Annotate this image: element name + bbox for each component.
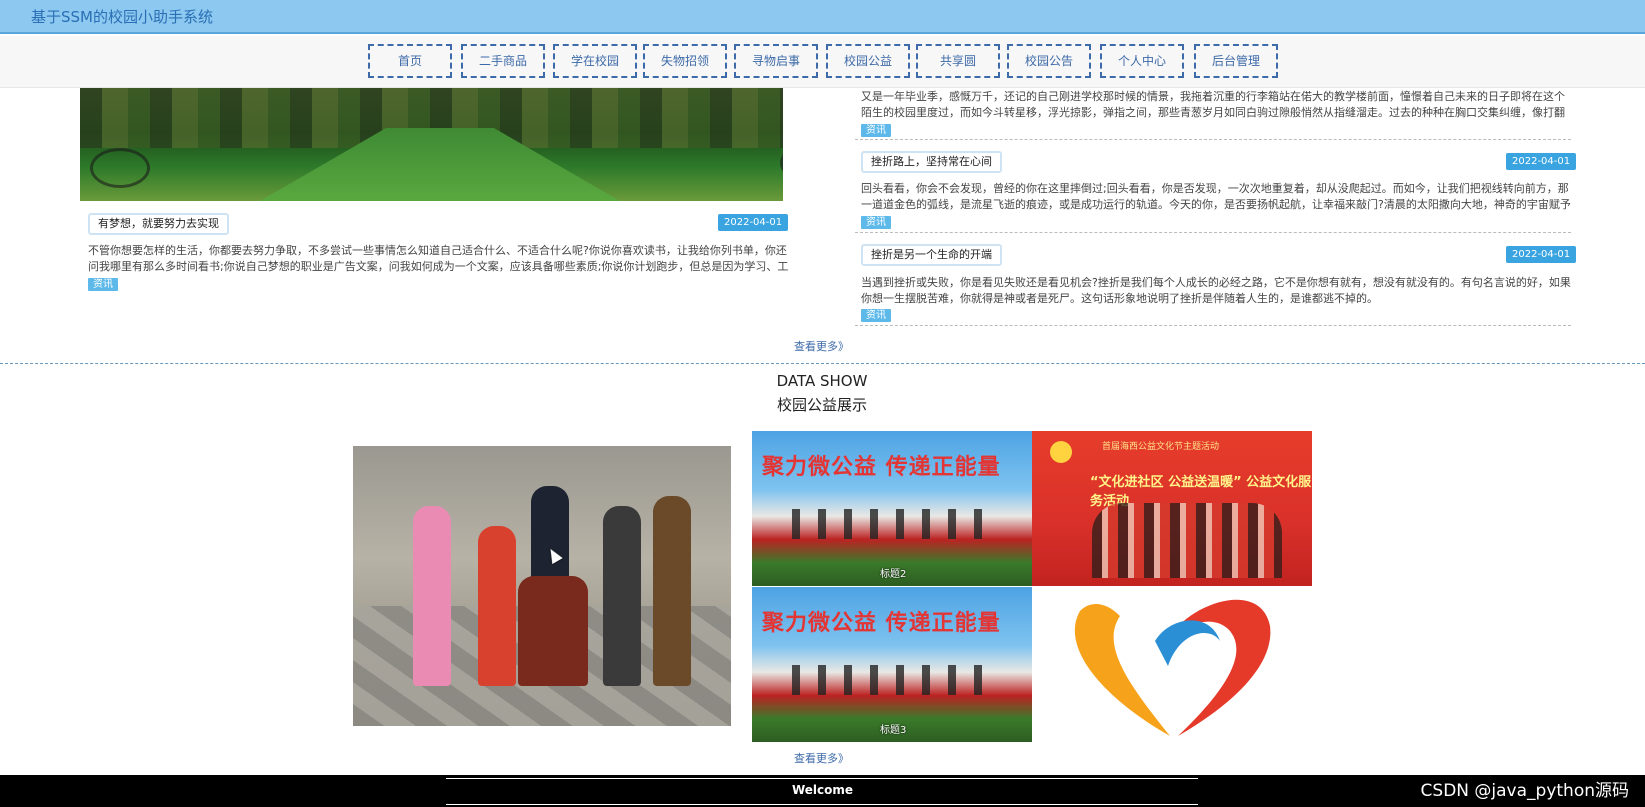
news-title[interactable]: 挫折路上，坚持常在心间 <box>861 151 1002 173</box>
nav-home[interactable]: 首页 <box>368 44 452 78</box>
more-news-link[interactable]: 查看更多》 <box>794 338 849 354</box>
news-hero-image[interactable] <box>80 88 783 201</box>
watermark: CSDN @java_python源码 <box>1420 781 1629 801</box>
news-excerpt: 又是一年毕业季，感慨万千，还记的自己刚进学校那时候的情景，我拖着沉重的行李箱站在… <box>861 90 1565 119</box>
datashow-title-cn: 校园公益展示 <box>776 396 867 414</box>
bicycle-shape <box>90 148 150 188</box>
section-divider <box>0 363 1645 364</box>
nav-bar: 首页 二手商品 学在校园 失物招领 寻物启事 校园公益 共享圆 校园公告 个人中… <box>0 36 1645 88</box>
divider <box>855 325 1571 326</box>
photo-banner-text: 聚力微公益 传递正能量 <box>762 455 1001 480</box>
nav-announcement[interactable]: 校园公告 <box>1007 44 1091 78</box>
photo-banner-text: 聚力微公益 传递正能量 <box>762 611 1001 636</box>
more-charity-link[interactable]: 查看更多》 <box>794 750 849 766</box>
news-badge: 资讯 <box>861 309 891 322</box>
news-date: 2022-04-01 <box>1506 153 1577 170</box>
bicycle-shape <box>780 143 783 183</box>
charity-photo-1[interactable] <box>353 446 731 726</box>
nav-lost-found[interactable]: 失物招领 <box>643 44 727 78</box>
charity-photo-3[interactable]: 首届海西公益文化节主题活动 “文化进社区 公益送温暖” 公益文化服务活动 <box>1032 431 1312 586</box>
nav-profile[interactable]: 个人中心 <box>1100 44 1184 78</box>
nav-share[interactable]: 共享圆 <box>916 44 1000 78</box>
news-excerpt: 回头看看，你会不会发现，曾经的你在这里摔倒过;回头看看，你是否发现，一次次地重复… <box>861 182 1571 211</box>
news-badge: 资讯 <box>88 278 118 291</box>
photo-caption: 标题3 <box>880 725 907 736</box>
news-date: 2022-04-01 <box>718 214 789 231</box>
divider <box>855 232 1571 233</box>
charity-photo-4[interactable]: 聚力微公益 传递正能量 标题3 <box>752 587 1032 742</box>
top-header: 基于SSM的校园小助手系统 <box>0 0 1645 34</box>
news-title[interactable]: 挫折是另一个生命的开端 <box>861 244 1002 266</box>
news-title[interactable]: 有梦想，就要努力去实现 <box>88 213 229 235</box>
charity-heart-logo[interactable] <box>1060 586 1290 746</box>
news-badge: 资讯 <box>861 124 891 137</box>
datashow-title-en: DATA SHOW <box>776 372 868 390</box>
photo-caption: 标题2 <box>880 569 907 580</box>
news-badge: 资讯 <box>861 216 891 229</box>
footer-rule <box>446 778 1198 779</box>
app-title: 基于SSM的校园小助手系统 <box>31 8 213 26</box>
news-excerpt: 当遇到挫折或失败，你是看见失败还是看见机会?挫折是我们每个人成长的必经之路，它不… <box>861 276 1571 305</box>
footer-rule <box>446 804 1198 805</box>
news-date: 2022-04-01 <box>1506 246 1577 263</box>
nav-charity[interactable]: 校园公益 <box>826 44 910 78</box>
footer: Welcome <box>0 775 1645 807</box>
divider <box>855 139 1571 140</box>
charity-photo-2[interactable]: 聚力微公益 传递正能量 标题2 <box>752 431 1032 586</box>
nav-search-notice[interactable]: 寻物启事 <box>734 44 818 78</box>
nav-second-hand[interactable]: 二手商品 <box>461 44 545 78</box>
news-excerpt: 不管你想要怎样的生活，你都要去努力争取，不多尝试一些事情怎么知道自己适合什么、不… <box>88 244 789 273</box>
emblem-icon <box>1050 441 1072 463</box>
footer-welcome: Welcome <box>791 783 854 797</box>
nav-study[interactable]: 学在校园 <box>553 44 637 78</box>
poster-subtitle: 首届海西公益文化节主题活动 <box>1102 442 1220 452</box>
nav-admin[interactable]: 后台管理 <box>1194 44 1278 78</box>
